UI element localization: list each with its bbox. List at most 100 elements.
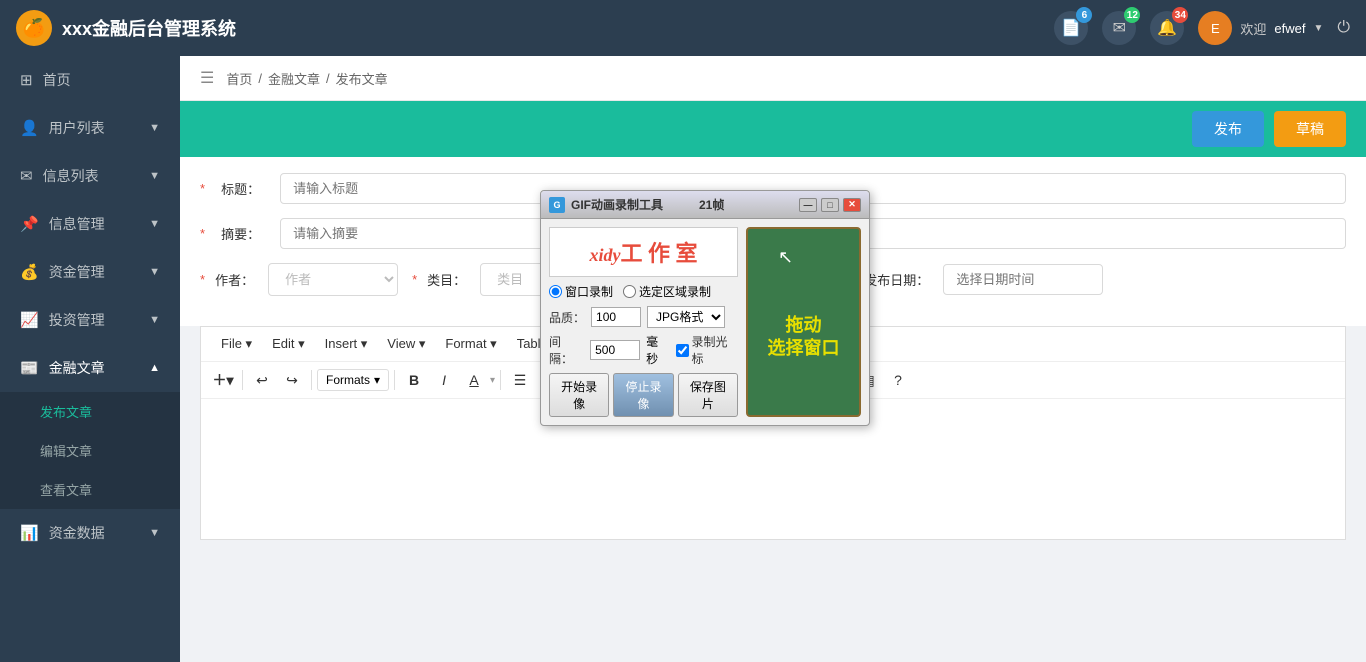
help-button[interactable]: ? [884,366,912,394]
save-image-button[interactable]: 保存图片 [678,373,738,417]
breadcrumb: ☰ 首页 / 金融文章 / 发布文章 [180,56,1366,101]
gif-dialog[interactable]: G GIF动画录制工具 21帧 — □ ✕ xidy工 作 室 窗口录制 [540,190,870,426]
interval-input[interactable] [590,340,640,360]
breadcrumb-sep-2: / [326,71,330,86]
title-left: G GIF动画录制工具 21帧 [549,196,724,213]
align-left-button[interactable]: ☰ [506,366,534,394]
chevron-down-icon: ▼ [1313,23,1323,34]
chevron-down-icon: ▼ [149,170,160,182]
font-color-button[interactable]: A [460,366,488,394]
title-label: 标题： [221,179,260,198]
document-icon-btn[interactable]: 📄 6 [1054,11,1088,45]
author-label: 作者： [215,270,254,289]
sidebar-item-label: 信息列表 [43,166,99,186]
app-logo: 🍊 [16,10,52,46]
interval-row: 间隔： 毫秒 录制光标 [549,333,738,367]
separator [311,370,312,390]
mail-icon-btn[interactable]: ✉ 12 [1102,11,1136,45]
logout-icon[interactable]: ⏻ [1337,19,1350,37]
gif-logo: xidy工 作 室 [549,227,738,277]
author-group: * 作者： 作者 [200,263,398,296]
bell-badge: 34 [1172,7,1188,23]
sidebar-item-info-manage[interactable]: 📌 信息管理 ▼ [0,200,180,248]
breadcrumb-sep-1: / [258,71,262,86]
users-icon: 👤 [20,119,39,137]
chevron-up-icon: ▲ [149,362,160,374]
separator [500,370,501,390]
sidebar-item-invest-manage[interactable]: 📈 投资管理 ▼ [0,296,180,344]
maximize-button[interactable]: □ [821,198,839,212]
sidebar-item-fund-manage[interactable]: 💰 资金管理 ▼ [0,248,180,296]
chevron-down-icon: ▼ [149,314,160,326]
menu-icon[interactable]: ☰ [200,68,214,88]
start-record-button[interactable]: 开始录像 [549,373,609,417]
area-record-option[interactable]: 选定区域录制 [623,283,711,300]
sidebar-item-home[interactable]: ⊞ 首页 [0,56,180,104]
sidebar-sub-item-publish[interactable]: 发布文章 [0,392,180,431]
invest-icon: 📈 [20,311,39,329]
home-icon: ⊞ [20,71,33,89]
preview-text-line1: 拖动 [768,314,840,337]
sidebar-item-fund-data[interactable]: 📊 资金数据 ▼ [0,509,180,557]
window-record-radio[interactable] [549,285,562,298]
gif-record-options: 窗口录制 选定区域录制 [549,283,738,300]
stop-record-button[interactable]: 停止录像 [613,373,673,417]
undo-button[interactable]: ↩ [248,366,276,394]
sidebar-sub-label: 发布文章 [40,405,92,420]
breadcrumb-finance[interactable]: 金融文章 [268,69,320,88]
required-star: * [200,181,205,196]
close-button[interactable]: ✕ [843,198,861,212]
editor-menu-view[interactable]: View ▾ [379,333,433,355]
preview-text: 拖动 选择窗口 [768,314,840,361]
publish-button[interactable]: 发布 [1192,111,1264,147]
formats-dropdown[interactable]: Formats ▾ [317,369,389,391]
gif-action-buttons: 开始录像 停止录像 保存图片 [549,373,738,417]
minimize-button[interactable]: — [799,198,817,212]
sidebar-sub-item-view[interactable]: 查看文章 [0,470,180,509]
required-star: * [412,272,417,287]
window-record-option[interactable]: 窗口录制 [549,283,613,300]
cursor-option[interactable]: 录制光标 [676,333,738,367]
chevron-down-icon: ▾ [374,373,380,387]
required-star: * [200,226,205,241]
editor-menu-file[interactable]: File ▾ [213,333,260,355]
breadcrumb-current: 发布文章 [336,69,388,88]
bold-button[interactable]: B [400,366,428,394]
gif-dialog-body: xidy工 作 室 窗口录制 选定区域录制 品质： [541,219,869,425]
article-icon: 📰 [20,359,39,377]
author-select[interactable]: 作者 [268,263,398,296]
draft-button[interactable]: 草稿 [1274,111,1346,147]
quality-input[interactable] [591,307,641,327]
chevron-down-icon: ▼ [149,218,160,230]
editor-menu-insert[interactable]: Insert ▾ [317,333,376,355]
area-record-label: 选定区域录制 [639,283,711,300]
avatar: E [1198,11,1232,45]
breadcrumb-home[interactable]: 首页 [226,69,252,88]
redo-button[interactable]: ↪ [278,366,306,394]
interval-unit: 毫秒 [646,333,669,367]
sidebar-item-users[interactable]: 👤 用户列表 ▼ [0,104,180,152]
area-record-radio[interactable] [623,285,636,298]
editor-menu-edit[interactable]: Edit ▾ [264,333,313,355]
publish-date-group: * 发布日期： [849,264,1103,295]
add-button[interactable]: ＋▾ [209,366,237,394]
format-select[interactable]: JPG格式 [647,306,725,328]
user-menu[interactable]: E 欢迎 efwef ▼ [1198,11,1323,45]
italic-button[interactable]: I [430,366,458,394]
chevron-down-icon: ▼ [149,266,160,278]
sidebar-item-messages[interactable]: ✉ 信息列表 ▼ [0,152,180,200]
sidebar: ⊞ 首页 👤 用户列表 ▼ ✉ 信息列表 ▼ 📌 信息管理 ▼ 💰 资金管理 ▼… [0,56,180,662]
cursor-label: 录制光标 [692,333,738,367]
sidebar-sub-articles: 发布文章 编辑文章 查看文章 [0,392,180,509]
editor-menu-format[interactable]: Format ▾ [437,333,504,355]
sidebar-item-finance-articles[interactable]: 📰 金融文章 ▲ [0,344,180,392]
sidebar-sub-label: 编辑文章 [40,444,92,459]
header: 🍊 xxx金融后台管理系统 📄 6 ✉ 12 🔔 34 E 欢迎 efwef ▼… [0,0,1366,56]
sidebar-item-label: 信息管理 [49,214,105,234]
bell-icon-btn[interactable]: 🔔 34 [1150,11,1184,45]
preview-text-line2: 选择窗口 [768,337,840,360]
welcome-text: 欢迎 [1240,19,1266,38]
publish-date-input[interactable] [943,264,1103,295]
cursor-checkbox[interactable] [676,344,689,357]
sidebar-sub-item-edit[interactable]: 编辑文章 [0,431,180,470]
